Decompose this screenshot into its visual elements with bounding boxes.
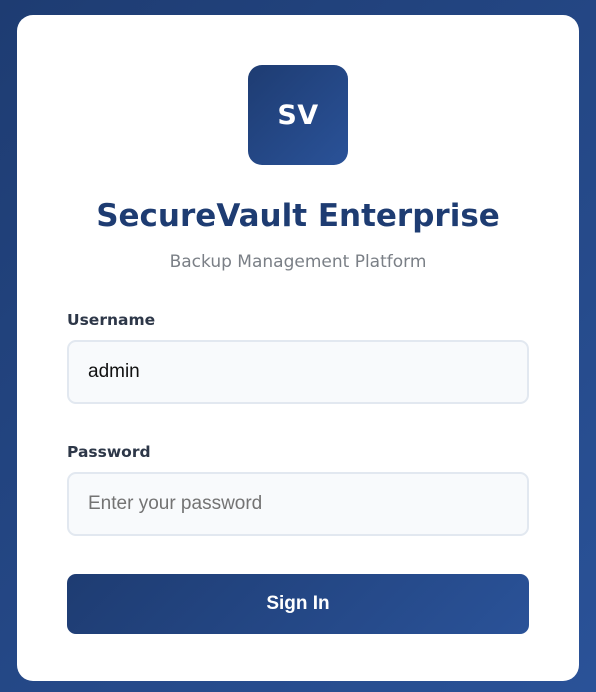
logo-text: SV (277, 99, 319, 131)
login-card: SV SecureVault Enterprise Backup Managem… (17, 15, 579, 681)
username-input[interactable] (67, 340, 529, 404)
logo: SV (248, 65, 348, 165)
username-label: Username (67, 311, 156, 329)
password-label: Password (67, 443, 151, 461)
sign-in-button[interactable]: Sign In (67, 574, 529, 634)
login-form: Username Password Sign In (67, 310, 529, 634)
page-subtitle: Backup Management Platform (169, 252, 427, 272)
password-input[interactable] (67, 472, 529, 536)
page-title: SecureVault Enterprise (96, 198, 500, 234)
